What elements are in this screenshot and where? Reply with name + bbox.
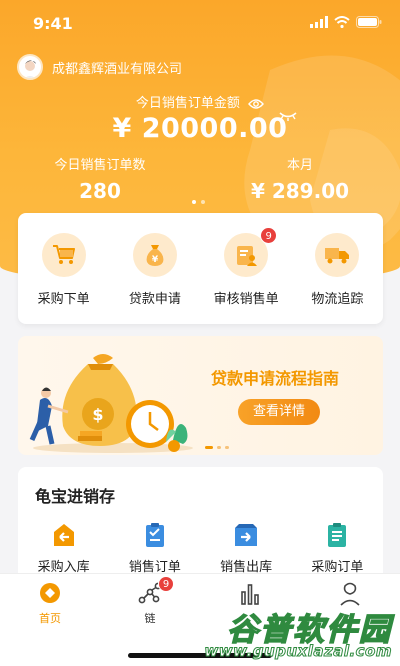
- inventory-item-sales-order[interactable]: 销售订单: [109, 522, 200, 575]
- purchase-in-icon: [53, 524, 74, 546]
- today-count-label: 今日销售订单数: [54, 158, 146, 173]
- month-label: 本月: [286, 158, 313, 173]
- tab-label: 链: [144, 612, 156, 625]
- quick-action-loan[interactable]: ¥ 贷款申请: [109, 213, 200, 324]
- quick-action-label: 审核销售单: [213, 292, 279, 307]
- quick-action-audit[interactable]: 9 审核销售单: [201, 213, 292, 324]
- shopping-cart-icon: [52, 245, 75, 264]
- quick-action-label: 贷款申请: [128, 292, 181, 307]
- banner-title: 贷款申请流程指南: [211, 369, 340, 388]
- quick-action-label: 物流追踪: [311, 292, 364, 307]
- sales-out-icon: [235, 524, 258, 546]
- action-icon-bg: ¥: [132, 233, 177, 277]
- view-details-button[interactable]: 查看详情: [238, 399, 320, 425]
- sales-order-icon: [145, 523, 164, 547]
- delivery-truck-icon: [325, 248, 350, 264]
- month-stat: 本月 ¥ 289.00: [200, 154, 400, 203]
- inventory-item-purchase-in[interactable]: 采购入库: [18, 522, 109, 575]
- inventory-items: 采购入库 销售订单 销售出库 采购订单: [18, 522, 383, 575]
- user-avatar-icon: [24, 60, 36, 78]
- notification-badge: 9: [158, 576, 174, 592]
- status-time: 9:41: [33, 14, 73, 33]
- money-bag-illustration: $: [29, 354, 193, 453]
- inventory-section: 龟宝进销存 采购入库 销售订单 销售出库 采购订单: [18, 467, 383, 577]
- loan-guide-banner[interactable]: $ 贷款申请流程指南 查看详情: [18, 336, 383, 455]
- eye-icon[interactable]: [248, 98, 265, 110]
- inventory-title: 龟宝进销存: [35, 487, 116, 506]
- svg-text:¥: ¥: [152, 255, 159, 265]
- company-info[interactable]: 成都鑫辉酒业有限公司: [17, 54, 182, 80]
- action-icon-bg: [41, 233, 86, 277]
- purchase-order-icon: [328, 523, 347, 547]
- carousel-dot: [192, 200, 196, 204]
- quick-actions-card: 采购下单 ¥ 贷款申请 9 审核销售单 物流追踪: [18, 213, 383, 324]
- avatar[interactable]: [17, 54, 43, 80]
- svg-text:$: $: [92, 405, 103, 424]
- battery-icon: [356, 16, 382, 28]
- today-count-value: 280: [79, 179, 121, 203]
- month-value: ¥ 289.00: [250, 179, 350, 203]
- tab-label: 首页: [39, 612, 61, 625]
- tab-home[interactable]: 首页: [0, 574, 100, 666]
- money-bag-icon: ¥: [146, 245, 164, 266]
- status-icons: [310, 15, 382, 29]
- signal-icon: [310, 16, 328, 28]
- inventory-item-purchase-order[interactable]: 采购订单: [292, 522, 383, 575]
- quick-action-purchase[interactable]: 采购下单: [18, 213, 109, 324]
- status-bar: 9:41: [0, 0, 400, 44]
- carousel-dots: [192, 200, 205, 204]
- today-amount-label: 今日销售订单金额: [0, 92, 400, 111]
- tab-profile[interactable]: [300, 574, 400, 666]
- quick-action-logistics[interactable]: 物流追踪: [292, 213, 383, 324]
- company-name: 成都鑫辉酒业有限公司: [52, 61, 183, 77]
- home-icon: [40, 583, 60, 603]
- action-icon-bg: [315, 233, 360, 277]
- today-amount-value: ¥ 20000.00: [112, 113, 288, 144]
- quick-action-label: 采购下单: [37, 292, 90, 307]
- banner-carousel-dots: [205, 446, 229, 449]
- report-icon: [241, 584, 259, 605]
- home-indicator: [128, 653, 272, 658]
- banner-dot: [205, 446, 213, 449]
- banner-dot: [225, 446, 229, 449]
- profile-icon: [340, 582, 360, 606]
- banner-dot: [217, 446, 221, 449]
- wifi-icon: [334, 16, 350, 28]
- audit-document-icon: [237, 246, 258, 266]
- today-amount-label-text: 今日销售订单金额: [135, 96, 240, 111]
- action-icon-bg: 9: [224, 227, 278, 277]
- app-screen: 9:41 成都鑫辉酒业有限公司 今日销售订单金额 ¥ 20000.00 今日销售…: [0, 0, 400, 666]
- notification-badge: 9: [260, 227, 278, 244]
- inventory-item-sales-out[interactable]: 销售出库: [201, 522, 292, 575]
- today-order-count: 今日销售订单数 280: [0, 154, 200, 203]
- carousel-dot: [201, 200, 205, 204]
